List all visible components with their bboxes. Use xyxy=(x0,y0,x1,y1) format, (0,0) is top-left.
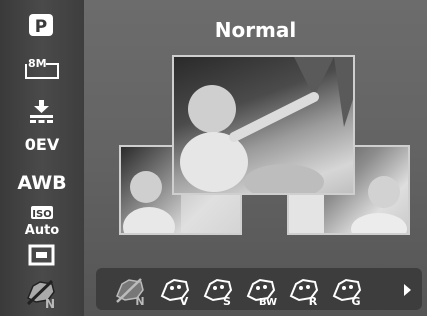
effect-vivid-icon: V xyxy=(160,278,190,308)
effect-red-button[interactable]: R xyxy=(287,276,323,308)
effect-green-label: G xyxy=(351,295,360,306)
sidebar-item-color-effect[interactable]: N xyxy=(0,278,84,311)
effect-red-label: R xyxy=(309,295,318,306)
iso-label: ISO xyxy=(32,209,51,220)
sidebar-item-program-mode[interactable]: P xyxy=(0,10,84,40)
quality-icon xyxy=(30,100,53,123)
sidebar-item-metering[interactable] xyxy=(0,243,84,267)
image-size-label: 8M xyxy=(28,57,47,70)
effect-sepia-button[interactable]: S xyxy=(201,276,237,308)
effect-normal-label: N xyxy=(135,295,144,306)
effect-green-icon: G xyxy=(332,278,362,308)
effect-bw-icon: BW xyxy=(246,278,277,308)
effect-green-button[interactable]: G xyxy=(330,276,366,308)
metering-icon xyxy=(28,244,55,266)
sidebar-item-exposure[interactable]: 0EV xyxy=(0,134,84,156)
effect-normal-button[interactable]: N xyxy=(113,276,149,308)
settings-sidebar: P 8M 0EV AWB ISO Auto N xyxy=(0,0,84,316)
effect-red-icon: R xyxy=(289,278,319,308)
effect-bw-label: BW xyxy=(259,297,277,306)
color-effect-label: N xyxy=(45,297,55,310)
effect-normal-icon: N xyxy=(116,278,145,308)
effect-bw-button[interactable]: BW xyxy=(244,276,280,308)
effect-sepia-label: S xyxy=(223,295,231,306)
program-mode-icon: P xyxy=(29,14,53,37)
image-size-icon: 8M xyxy=(25,57,59,79)
effect-vivid-label: V xyxy=(180,295,189,306)
sidebar-item-iso[interactable]: ISO Auto xyxy=(0,205,84,239)
effect-sepia-icon: S xyxy=(203,278,233,308)
sample-photo-main xyxy=(172,55,355,195)
program-mode-label: P xyxy=(35,17,47,37)
scroll-right-arrow-icon[interactable] xyxy=(404,284,411,296)
exposure-label: 0EV xyxy=(24,135,60,154)
color-effect-normal-icon: N xyxy=(26,279,55,311)
sidebar-item-white-balance[interactable]: AWB xyxy=(0,170,84,196)
effect-vivid-button[interactable]: V xyxy=(158,276,194,308)
sidebar-item-image-size[interactable]: 8M xyxy=(0,52,84,84)
effect-title: Normal xyxy=(214,18,297,42)
white-balance-label: AWB xyxy=(17,172,67,194)
iso-icon: ISO Auto xyxy=(25,206,60,238)
camera-menu-screen: P 8M 0EV AWB ISO Auto N Normal N V S BW … xyxy=(0,0,427,316)
sidebar-item-quality[interactable] xyxy=(0,96,84,126)
iso-value: Auto xyxy=(25,223,60,238)
